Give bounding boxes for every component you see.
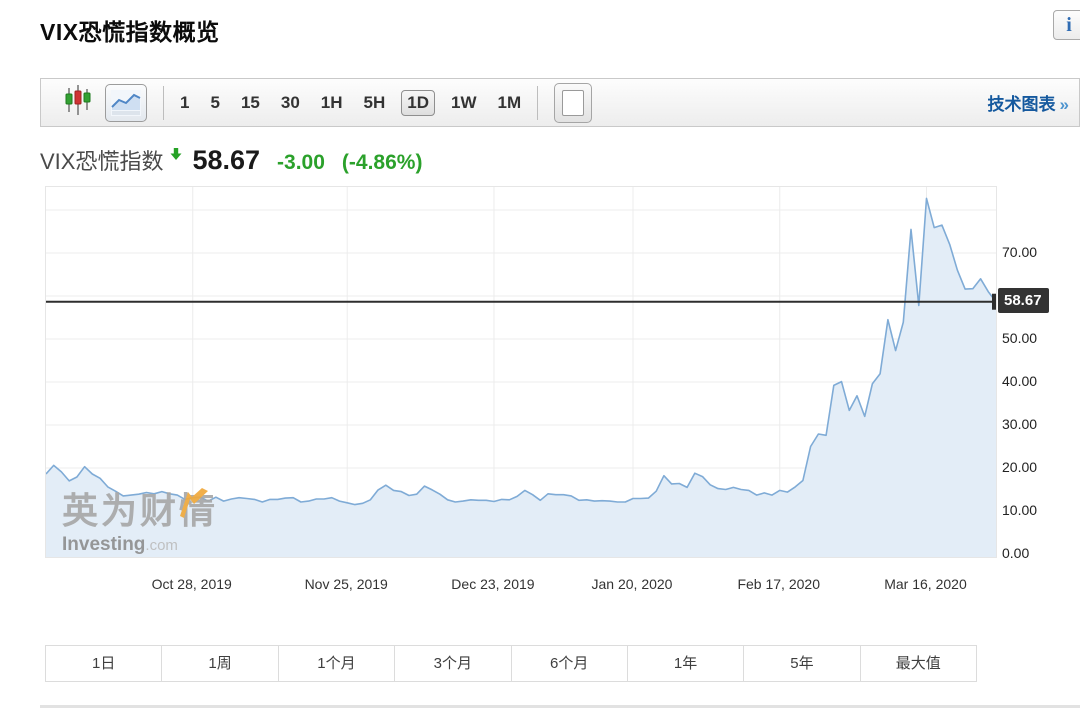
- y-axis-label: 30.00: [1002, 416, 1072, 432]
- news-panel-button[interactable]: [554, 83, 592, 123]
- last-price: 58.67: [192, 145, 260, 176]
- interval-1m[interactable]: 1M: [497, 93, 521, 113]
- x-axis-label: Nov 25, 2019: [281, 576, 411, 592]
- x-axis-label: Feb 17, 2020: [714, 576, 844, 592]
- period-button-1[interactable]: 1日: [46, 646, 162, 681]
- price-change: -3.00: [277, 151, 325, 175]
- current-price-badge: 58.67: [998, 288, 1049, 313]
- technical-chart-link[interactable]: 技术图表»: [988, 90, 1069, 115]
- y-axis-label: 50.00: [1002, 330, 1072, 346]
- news-panel-icon: [562, 90, 584, 116]
- period-button-5[interactable]: 6个月: [512, 646, 628, 681]
- instrument-name: VIX恐慌指数: [40, 144, 163, 176]
- quote-header: VIX恐慌指数 58.67 -3.00 (-4.86%): [40, 144, 422, 176]
- bottom-divider: [40, 705, 1080, 708]
- chart-toolbar: 1515301H5H1D1W1M 技术图表»: [40, 78, 1080, 127]
- y-axis-label: 40.00: [1002, 373, 1072, 389]
- interval-30[interactable]: 30: [281, 93, 300, 113]
- interval-5[interactable]: 5: [210, 93, 219, 113]
- interval-5h[interactable]: 5H: [364, 93, 386, 113]
- technical-chart-link-label: 技术图表: [988, 95, 1056, 114]
- watermark: 英为财情 Investing.com: [62, 482, 218, 556]
- interval-15[interactable]: 15: [241, 93, 260, 113]
- x-axis-label: Oct 28, 2019: [127, 576, 257, 592]
- period-selector: 1日1周1个月3个月6个月1年5年最大值: [45, 645, 977, 682]
- period-button-3[interactable]: 1个月: [279, 646, 395, 681]
- y-axis-label: 20.00: [1002, 459, 1072, 475]
- x-axis-label: Mar 16, 2020: [860, 576, 990, 592]
- toolbar-separator: [537, 86, 538, 120]
- period-button-8[interactable]: 最大值: [861, 646, 976, 681]
- interval-1[interactable]: 1: [180, 93, 189, 113]
- x-axis-label: Dec 23, 2019: [428, 576, 558, 592]
- page-title: VIX恐慌指数概览: [40, 13, 220, 47]
- interval-list: 1515301H5H1D1W1M: [180, 90, 521, 116]
- y-axis-label: 10.00: [1002, 502, 1072, 518]
- period-button-2[interactable]: 1周: [162, 646, 278, 681]
- interval-1w[interactable]: 1W: [451, 93, 477, 113]
- watermark-en: Investing.com: [62, 534, 218, 556]
- watermark-accent-icon: [178, 488, 212, 518]
- period-button-6[interactable]: 1年: [628, 646, 744, 681]
- info-icon: i: [1066, 14, 1072, 36]
- arrow-down-icon: [169, 147, 183, 166]
- line-chart-button[interactable]: [105, 84, 147, 122]
- x-axis-label: Jan 20, 2020: [567, 576, 697, 592]
- period-button-7[interactable]: 5年: [744, 646, 860, 681]
- chevron-right-icon: »: [1060, 95, 1069, 114]
- candlestick-chart-icon[interactable]: [65, 84, 91, 121]
- line-chart-icon: [111, 90, 141, 116]
- watermark-cn: 英为财情: [62, 482, 218, 534]
- price-change-percent: (-4.86%): [342, 151, 423, 175]
- info-button[interactable]: i: [1053, 10, 1080, 40]
- toolbar-separator: [163, 86, 164, 120]
- interval-1d[interactable]: 1D: [401, 90, 435, 116]
- y-axis-label: 0.00: [1002, 545, 1072, 561]
- vix-overview-widget: VIX恐慌指数概览 i 1515301H5H1D1W1M: [0, 0, 1080, 716]
- interval-1h[interactable]: 1H: [321, 93, 343, 113]
- y-axis-label: 70.00: [1002, 244, 1072, 260]
- period-button-4[interactable]: 3个月: [395, 646, 511, 681]
